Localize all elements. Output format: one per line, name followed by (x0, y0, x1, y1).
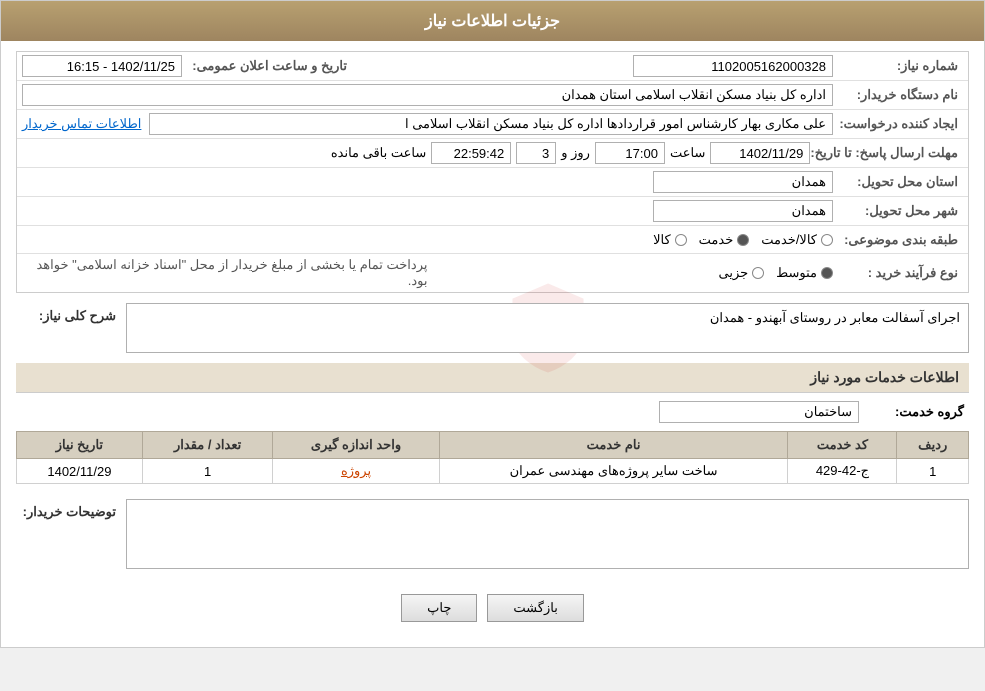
cell-tarikh: 1402/11/29 (17, 459, 143, 484)
row-tabagheh: طبقه بندی موضوعی: کالا/خدمت خدمت کالا (17, 226, 968, 254)
kala-label: کالا (653, 232, 671, 248)
saaat-baqi-label: ساعت باقی مانده (331, 145, 426, 161)
roz-o-label: روز و (561, 145, 590, 161)
row-shahr: شهر محل تحویل: همدان (17, 197, 968, 226)
mohlat-date: 1402/11/29 (710, 142, 810, 164)
mohlat-days: 3 (516, 142, 556, 164)
row-dastgah: نام دستگاه خریدار: اداره کل بنیاد مسکن ا… (17, 81, 968, 110)
row-mohlat: مهلت ارسال پاسخ: تا تاریخ: 1402/11/29 سا… (17, 139, 968, 168)
row-shomara: شماره نیاز: 1102005162000328 تاریخ و ساع… (17, 52, 968, 81)
dastgah-value: اداره کل بنیاد مسکن انقلاب اسلامی استان … (22, 84, 833, 106)
sharh-container: ANA اجرای آسفالت معابر در روستای آبهندو … (126, 303, 969, 353)
ijad-value: علی مکاری بهار کارشناس امور قراردادها اد… (149, 113, 833, 135)
ostan-value: همدان (653, 171, 833, 193)
shahr-value: همدان (653, 200, 833, 222)
col-kod: کد خدمت (788, 432, 897, 459)
tabagheh-label: طبقه بندی موضوعی: (833, 232, 963, 248)
col-nam: نام خدمت (439, 432, 788, 459)
table-row: 1 ج-42-429 ساخت سایر پروژه‌های مهندسی عم… (17, 459, 969, 484)
tavzihat-label: توضیحات خریدار: (16, 499, 126, 520)
group-value: ساختمان (659, 401, 859, 423)
page-title: جزئیات اطلاعات نیاز (425, 13, 560, 30)
tavzihat-section: توضیحات خریدار: (16, 499, 969, 569)
noea-options: متوسط جزیی (428, 265, 834, 281)
col-radif: ردیف (897, 432, 969, 459)
ijad-label: ایجاد کننده درخواست: (833, 116, 963, 132)
tarikh-value: 1402/11/25 - 16:15 (22, 55, 182, 77)
bottom-buttons: بازگشت چاپ (16, 579, 969, 637)
cell-vahed[interactable]: پروژه (273, 459, 439, 484)
sharh-value-box: اجرای آسفالت معابر در روستای آبهندو - هم… (126, 303, 969, 353)
radio-circle-khedmat (737, 234, 749, 246)
contact-link[interactable]: اطلاعات تماس خریدار (22, 116, 141, 132)
sharh-text: اجرای آسفالت معابر در روستای آبهندو - هم… (710, 310, 960, 325)
cell-tedad: 1 (142, 459, 273, 484)
khedmat-label: خدمت (699, 232, 734, 248)
tabagheh-options: کالا/خدمت خدمت کالا (22, 232, 833, 248)
radio-circle-kala (675, 234, 687, 246)
tavzihat-box (126, 499, 969, 569)
radio-kala: کالا (653, 232, 687, 248)
services-table: ردیف کد خدمت نام خدمت واحد اندازه گیری ت… (16, 431, 969, 484)
ostan-label: استان محل تحویل: (833, 174, 963, 190)
cell-nam: ساخت سایر پروژه‌های مهندسی عمران (439, 459, 788, 484)
row-ostan: استان محل تحویل: همدان (17, 168, 968, 197)
group-label: گروه خدمت: (859, 404, 969, 420)
row-ijad: ایجاد کننده درخواست: علی مکاری بهار کارش… (17, 110, 968, 139)
cell-kod: ج-42-429 (788, 459, 897, 484)
radio-khedmat: خدمت (699, 232, 750, 248)
print-button[interactable]: چاپ (401, 594, 477, 622)
sharh-section: ANA اجرای آسفالت معابر در روستای آبهندو … (16, 303, 969, 353)
shahr-label: شهر محل تحویل: (833, 203, 963, 219)
noea-label: نوع فرآیند خرید : (833, 265, 963, 281)
kala-khedmat-label: کالا/خدمت (761, 232, 817, 248)
radio-kala-khedmat: کالا/خدمت (761, 232, 833, 248)
row-noea: نوع فرآیند خرید : متوسط جزیی پرداخت تمام… (17, 254, 968, 292)
dastgah-label: نام دستگاه خریدار: (833, 87, 963, 103)
main-content: شماره نیاز: 1102005162000328 تاریخ و ساع… (1, 41, 984, 647)
noea-description: پرداخت تمام یا بخشی از مبلغ خریدار از مح… (22, 257, 428, 289)
table-header-row: ردیف کد خدمت نام خدمت واحد اندازه گیری ت… (17, 432, 969, 459)
group-row: گروه خدمت: ساختمان (16, 401, 969, 423)
shomara-value: 1102005162000328 (633, 55, 833, 77)
table-head: ردیف کد خدمت نام خدمت واحد اندازه گیری ت… (17, 432, 969, 459)
khadamat-section-title: اطلاعات خدمات مورد نیاز (16, 363, 969, 393)
radio-circle-motavaset (821, 267, 833, 279)
info-section: شماره نیاز: 1102005162000328 تاریخ و ساع… (16, 51, 969, 293)
radio-circle-jozi (752, 267, 764, 279)
page-header: جزئیات اطلاعات نیاز (1, 1, 984, 41)
col-tarikh: تاریخ نیاز (17, 432, 143, 459)
radio-circle-kala-khedmat (821, 234, 833, 246)
table-body: 1 ج-42-429 ساخت سایر پروژه‌های مهندسی عم… (17, 459, 969, 484)
mohlat-remaining: 22:59:42 (431, 142, 511, 164)
tarikh-label: تاریخ و ساعت اعلان عمومی: (182, 58, 352, 74)
sharh-label: شرح کلی نیاز: (16, 303, 126, 324)
saaat-label: ساعت (670, 145, 705, 161)
mohlat-time: 17:00 (595, 142, 665, 164)
back-button[interactable]: بازگشت (487, 594, 583, 622)
motavaset-label: متوسط (776, 265, 817, 281)
page-container: جزئیات اطلاعات نیاز شماره نیاز: 11020051… (0, 0, 985, 648)
mohlat-label: مهلت ارسال پاسخ: تا تاریخ: (810, 145, 963, 161)
cell-radif: 1 (897, 459, 969, 484)
col-vahed: واحد اندازه گیری (273, 432, 439, 459)
shomara-label: شماره نیاز: (833, 58, 963, 74)
radio-jozi: جزیی (718, 265, 764, 281)
col-tedad: تعداد / مقدار (142, 432, 273, 459)
jozi-label: جزیی (718, 265, 748, 281)
radio-motavaset: متوسط (776, 265, 833, 281)
